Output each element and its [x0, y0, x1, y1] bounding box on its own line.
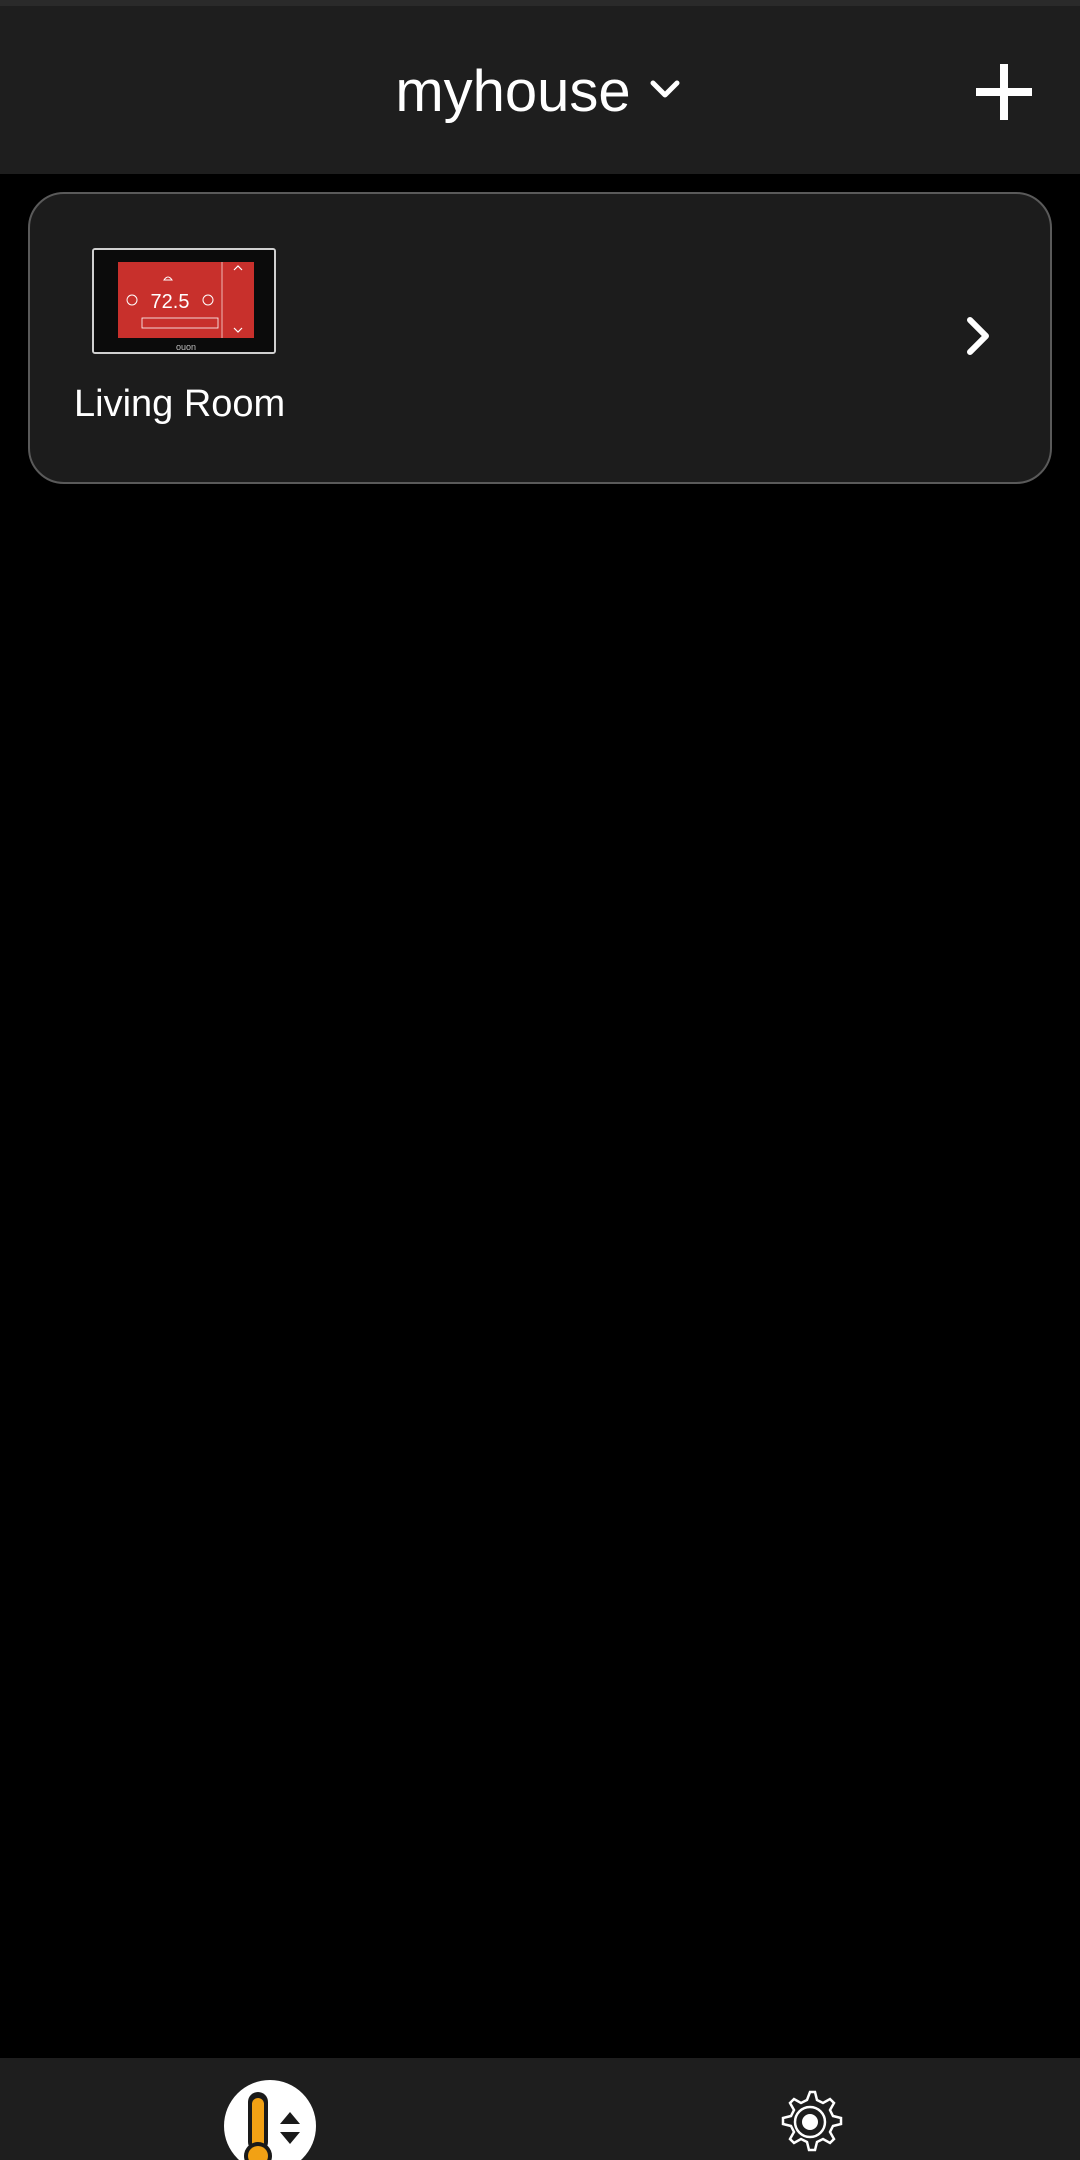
tab-thermostats[interactable]: [224, 2080, 316, 2160]
room-name: Living Room: [74, 383, 286, 425]
room-card-living-room[interactable]: 72.5 ouon Living Room: [28, 192, 1052, 484]
thermostat-reading: 72.5: [151, 291, 190, 313]
bottom-tab-bar: [0, 2058, 1080, 2160]
thermostat-brand: ouon: [176, 342, 196, 352]
home-name: myhouse: [395, 59, 631, 124]
home-selector[interactable]: myhouse: [0, 56, 1080, 128]
app-header: myhouse: [0, 6, 1080, 174]
thermostat-image: 72.5 ouon: [94, 250, 274, 352]
add-icon[interactable]: [972, 60, 1036, 124]
chevron-right-icon[interactable]: [954, 312, 1002, 360]
gear-icon[interactable]: [772, 2084, 848, 2160]
thermometer-icon: [244, 2092, 300, 2160]
thermostat-thumbnail: 72.5 ouon: [92, 248, 276, 354]
chevron-down-icon: [650, 80, 680, 98]
